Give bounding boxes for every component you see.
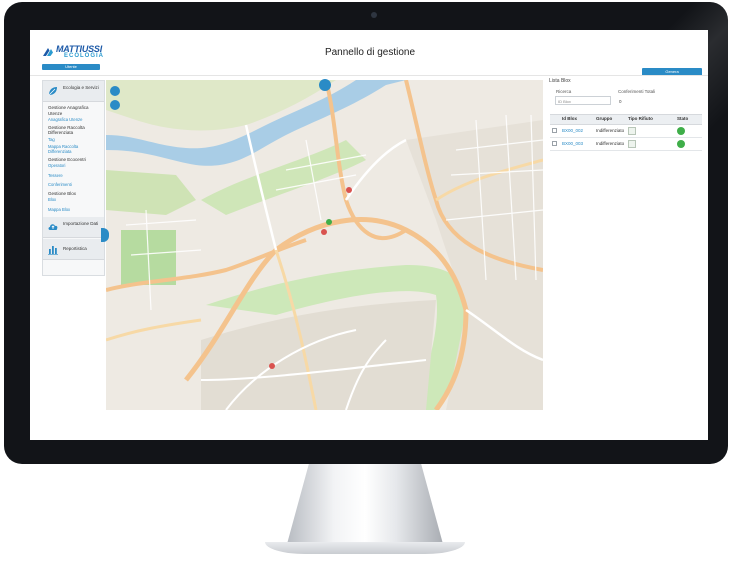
column-waste-type[interactable]: Tipo Rifiuto (628, 116, 653, 121)
page-title: Pannello di gestione (324, 47, 416, 58)
row-checkbox[interactable] (552, 141, 557, 146)
sidebar-section-label: Ecologia e Servizi (63, 85, 99, 90)
header-divider (30, 75, 708, 76)
sidebar-link-blox[interactable]: Blox (48, 197, 102, 202)
user-button[interactable]: Utente (42, 64, 100, 70)
table-header: Id Blox Gruppo Tipo Rifiuto Stato (550, 114, 702, 125)
map-canvas[interactable] (106, 80, 543, 410)
stand-neck (287, 464, 443, 544)
sidebar-heading-ecocentri: Gestione Ecocentri (48, 157, 87, 162)
leaf-icon (48, 87, 57, 96)
table-row[interactable]: BX00_003 Indifferenziato (550, 138, 702, 151)
sidebar-link-tag[interactable]: Tag (48, 137, 102, 142)
sidebar-section-importazione[interactable]: Importazione Dati (43, 217, 104, 238)
sidebar-section-label: Reportistica (63, 246, 87, 251)
row-group: Indifferenziato (596, 141, 625, 146)
list-title: Lista Blox (549, 78, 571, 84)
logo-mark-icon (43, 48, 53, 56)
sidebar-section-label: Importazione Dati (63, 221, 99, 226)
bar-chart-icon (48, 246, 58, 255)
map-layers-button[interactable] (110, 100, 120, 110)
row-id-link[interactable]: BX00_002 (562, 128, 583, 133)
search-label: Ricerca (556, 89, 572, 94)
sidebar-heading-anagrafica: Gestione Anagrafica (48, 105, 89, 110)
webcam (371, 12, 377, 18)
column-status[interactable]: Stato (677, 116, 688, 121)
sidebar-heading-raccolta: Gestione Raccolta Differenziata (48, 125, 85, 135)
table-row[interactable]: BX00_002 Indifferenziato (550, 125, 702, 138)
monitor-stand (265, 464, 465, 556)
monitor-bezel: MATTIUSSI ECOLOGIA Utente Pannello di ge… (4, 2, 728, 464)
sidebar-link-mappa-blox[interactable]: Mappa Blox (48, 207, 102, 212)
sidebar: Ecologia e Servizi Gestione Anagrafica U… (42, 80, 105, 276)
sidebar-link-anagrafica-utenze[interactable]: Anagrafica Utenze (48, 117, 102, 122)
column-group[interactable]: Gruppo (596, 116, 612, 121)
stand-base (265, 542, 465, 554)
app-screen: MATTIUSSI ECOLOGIA Utente Pannello di ge… (30, 30, 708, 440)
sidebar-link-mappa-raccolta[interactable]: Mappa Raccolta Differenziata (48, 144, 102, 154)
row-checkbox[interactable] (552, 128, 557, 133)
sidebar-section-ecologia[interactable]: Ecologia e Servizi (43, 81, 104, 102)
status-ok-icon (677, 127, 685, 135)
search-input[interactable]: ID Blox (555, 96, 611, 105)
cloud-upload-icon (48, 224, 58, 230)
column-id[interactable]: Id Blox (562, 116, 577, 121)
sidebar-link-tessere[interactable]: Tessere (48, 173, 102, 178)
sidebar-heading-blox: Gestione Blox (48, 191, 77, 196)
sidebar-link-conferimenti[interactable]: Conferimenti (48, 182, 102, 187)
status-ok-icon (677, 140, 685, 148)
map-navigation-button[interactable] (110, 86, 120, 96)
total-label: Conferimenti Totali (618, 89, 656, 94)
logo-subtitle: ECOLOGIA (64, 53, 105, 59)
map-location-marker[interactable] (319, 79, 331, 91)
row-id-link[interactable]: BX00_003 (562, 141, 583, 146)
total-value: 0 (619, 99, 622, 104)
map-view[interactable] (106, 80, 543, 410)
waste-type-icon (628, 140, 636, 148)
waste-type-icon (628, 127, 636, 135)
sidebar-section-reportistica[interactable]: Reportistica (43, 239, 104, 260)
sidebar-link-operatori[interactable]: Operatori (48, 163, 102, 168)
sidebar-heading-utenze: Utenze (48, 111, 63, 116)
company-logo: MATTIUSSI ECOLOGIA (42, 44, 104, 60)
row-group: Indifferenziato (596, 128, 625, 133)
